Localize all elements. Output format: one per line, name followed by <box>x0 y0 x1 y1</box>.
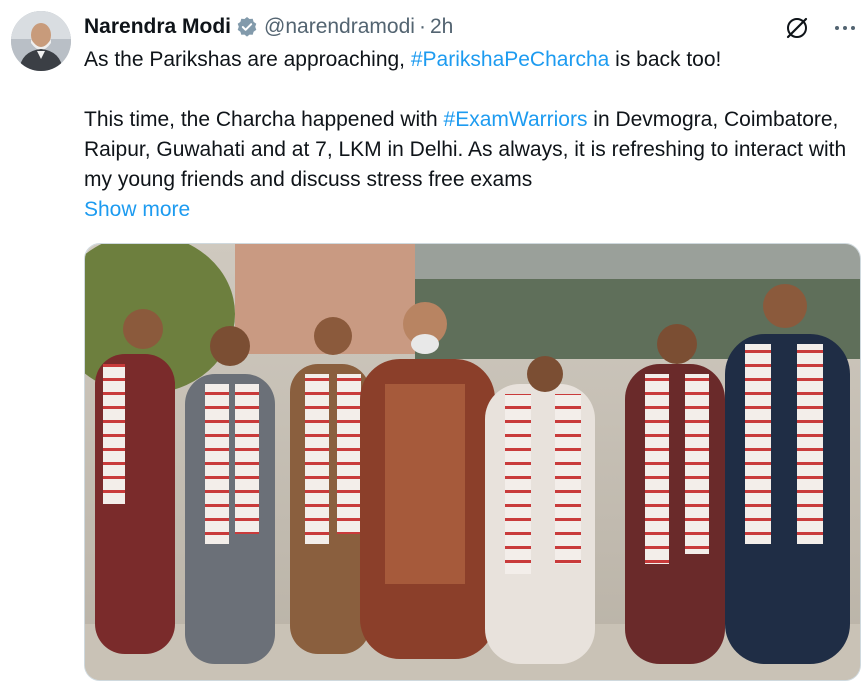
author-avatar[interactable] <box>11 11 71 71</box>
tweet-photo[interactable] <box>84 243 861 681</box>
hashtag-pariksha-pe-charcha[interactable]: #ParikshaPeCharcha <box>411 48 609 71</box>
text-segment: As the Parikshas are approaching, <box>84 48 411 71</box>
tweet-paragraph-2: This time, the Charcha happened with #Ex… <box>84 105 859 195</box>
hashtag-exam-warriors[interactable]: #ExamWarriors <box>444 108 588 131</box>
more-options-icon[interactable] <box>831 14 859 42</box>
avatar-image <box>11 11 71 71</box>
author-handle[interactable]: @narendramodi <box>264 15 415 39</box>
photo-group-walking <box>85 244 860 680</box>
text-segment: This time, the Charcha happened with <box>84 108 444 131</box>
header-separator: · <box>418 15 426 38</box>
tweet-line-1: As the Parikshas are approaching, #Parik… <box>84 45 859 75</box>
tweet-body: As the Parikshas are approaching, #Parik… <box>84 45 859 225</box>
author-name[interactable]: Narendra Modi <box>84 15 231 39</box>
text-segment: is back too! <box>609 48 722 71</box>
tweet-actions-top <box>783 14 859 42</box>
verified-badge-icon[interactable] <box>236 16 258 38</box>
grok-icon[interactable] <box>783 14 811 42</box>
show-more-link[interactable]: Show more <box>84 195 859 225</box>
tweet-header: Narendra Modi @narendramodi · 2h <box>84 12 453 42</box>
tweet-timestamp[interactable]: 2h <box>430 15 453 39</box>
